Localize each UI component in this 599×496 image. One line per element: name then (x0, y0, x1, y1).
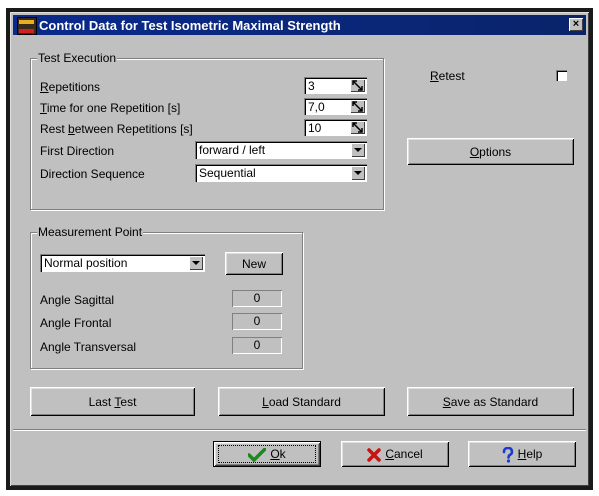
chevron-down-icon[interactable] (351, 166, 365, 180)
ok-button[interactable]: Ok (213, 441, 321, 467)
angle-sagittal-value: 0 (232, 290, 282, 307)
options-button[interactable]: Options (407, 138, 574, 165)
angle-transversal-label: Angle Transversal (40, 340, 137, 354)
new-button[interactable]: New (225, 252, 283, 275)
angle-sagittal-label: Angle Sagittal (40, 293, 115, 307)
spin-arrows-icon[interactable] (350, 121, 365, 134)
spin-arrows-icon[interactable] (350, 79, 365, 92)
direction-sequence-select[interactable]: Sequential (195, 164, 367, 182)
direction-sequence-label: Direction Sequence (40, 167, 145, 181)
rest-between-value[interactable]: 10 (308, 121, 321, 135)
test-execution-title: Test Execution (37, 51, 118, 65)
angle-frontal-value: 0 (232, 313, 282, 330)
position-value: Normal position (44, 256, 128, 270)
time-repetition-label: Time for one Repetition [s] (40, 101, 181, 115)
rest-between-spinner[interactable]: 10 (304, 119, 367, 136)
load-standard-button[interactable]: Load Standard (218, 387, 385, 416)
dialog-window: Control Data for Test Isometric Maximal … (10, 12, 589, 486)
chevron-down-icon[interactable] (351, 143, 365, 157)
position-select[interactable]: Normal position (40, 254, 205, 272)
first-direction-select[interactable]: forward / left (195, 141, 367, 159)
footer-separator (13, 429, 586, 431)
direction-sequence-value: Sequential (199, 166, 256, 180)
retest-label: Retest (430, 69, 465, 83)
angle-frontal-label: Angle Frontal (40, 316, 112, 330)
title-bar[interactable]: Control Data for Test Isometric Maximal … (13, 15, 586, 35)
app-icon (17, 17, 37, 35)
checkmark-icon (248, 447, 267, 462)
repetitions-value[interactable]: 3 (308, 79, 315, 93)
time-repetition-spinner[interactable]: 7,0 (304, 98, 367, 115)
question-icon (502, 447, 513, 463)
help-button[interactable]: Help (468, 441, 576, 467)
retest-checkbox[interactable] (556, 70, 567, 81)
measurement-point-title: Measurement Point (37, 225, 144, 239)
close-button[interactable]: × (569, 18, 583, 31)
chevron-down-icon[interactable] (189, 256, 203, 270)
repetitions-label: Repetitions (40, 80, 101, 94)
x-icon (367, 448, 382, 462)
rest-between-label: Rest between Repetitions [s] (40, 122, 193, 136)
window-title: Control Data for Test Isometric Maximal … (39, 18, 341, 33)
cancel-button[interactable]: Cancel (341, 441, 449, 467)
save-as-standard-button[interactable]: Save as Standard (407, 387, 574, 416)
first-direction-label: First Direction (40, 144, 115, 158)
repetitions-spinner[interactable]: 3 (304, 77, 367, 94)
spin-arrows-icon[interactable] (350, 100, 365, 113)
first-direction-value: forward / left (199, 143, 266, 157)
angle-transversal-value: 0 (232, 337, 282, 354)
time-repetition-value[interactable]: 7,0 (308, 100, 325, 114)
last-test-button[interactable]: Last Test (30, 387, 195, 416)
